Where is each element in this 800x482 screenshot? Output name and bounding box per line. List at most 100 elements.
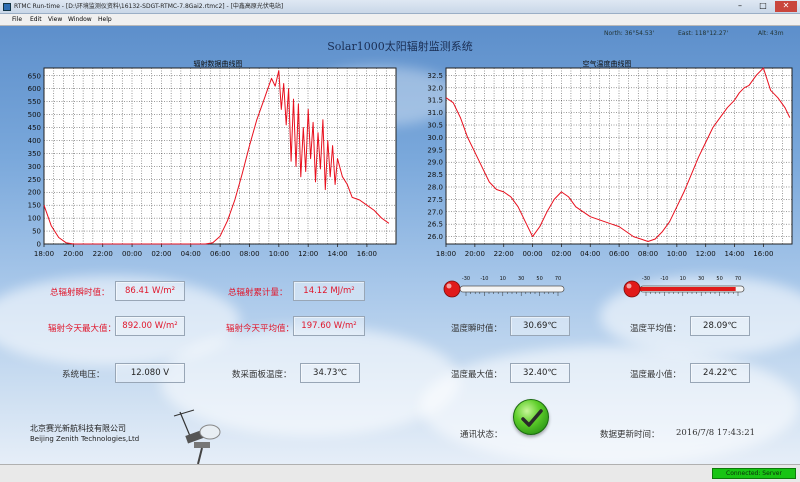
gauge-tick-label: -30: [642, 276, 650, 282]
x-tick-label: 14:00: [327, 250, 347, 258]
y-tick-label: 32.5: [427, 72, 443, 80]
window-titlebar: RTMC Run-time - [D:\环境监测仪资料\16132-SDGT-R…: [0, 0, 800, 14]
north-coordinate: North: 36°54.53': [604, 30, 655, 37]
gauge-fill: [640, 287, 736, 291]
comm-status-label: 通讯状态：: [460, 430, 503, 440]
y-tick-label: 31.0: [427, 109, 443, 117]
rad-instant-label: 总辐射瞬时值：: [50, 288, 110, 298]
gauge-tick-label: 50: [716, 276, 722, 282]
x-tick-label: 04:00: [181, 250, 201, 258]
temp-max-label: 温度最大值：: [451, 370, 503, 380]
gauge-tick-label: -10: [480, 276, 488, 282]
x-tick-label: 08:00: [638, 250, 658, 258]
y-tick-label: 600: [28, 85, 41, 93]
rad-avg-value: 197.60 W/m²: [293, 316, 365, 336]
status-bar: Connected: Server: [0, 464, 800, 482]
y-tick-label: 30.5: [427, 122, 443, 130]
temp-min-label: 温度最小值：: [630, 370, 682, 380]
x-tick-label: 20:00: [465, 250, 485, 258]
x-tick-label: 08:00: [239, 250, 259, 258]
update-time-label: 数据更新时间：: [600, 430, 660, 440]
y-tick-label: 350: [28, 150, 41, 158]
y-tick-label: 400: [28, 137, 41, 145]
x-tick-label: 02:00: [151, 250, 171, 258]
temp-instant-value: 30.69℃: [510, 316, 570, 336]
app-icon: [3, 3, 11, 11]
window-title: RTMC Run-time - [D:\环境监测仪资料\16132-SDGT-R…: [14, 3, 284, 10]
y-tick-label: 31.5: [427, 97, 443, 105]
voltage-label: 系统电压：: [62, 370, 105, 380]
y-tick-label: 28.5: [427, 171, 443, 179]
menu-help[interactable]: Help: [98, 14, 112, 26]
rad-cum-value: 14.12 MJ/m²: [293, 281, 365, 301]
gauge-tick-label: 70: [555, 276, 561, 282]
menu-bar: File Edit View Window Help: [0, 14, 800, 26]
company-name-en: Beijing Zenith Technologies,Ltd: [30, 435, 140, 443]
voltage-value: 12.080 V: [115, 363, 185, 383]
temp-avg-label: 温度平均值：: [630, 324, 682, 334]
radiation-chart: 0 50 100 150 200 250 300 350 400 450 500 550 600 650 1…: [28, 67, 397, 258]
page-title: Solar1000太阳辐射监测系统: [327, 40, 473, 53]
gauge-tick-label: 30: [698, 276, 704, 282]
x-tick-label: 22:00: [93, 250, 113, 258]
x-tick-label: 20:00: [63, 250, 83, 258]
y-tick-label: 150: [28, 202, 41, 210]
y-tick-label: 450: [28, 124, 41, 132]
menu-view[interactable]: View: [48, 14, 62, 26]
y-tick-label: 26.5: [427, 221, 443, 229]
x-tick-label: 22:00: [494, 250, 514, 258]
temp-instant-label: 温度瞬时值：: [451, 324, 503, 334]
x-tick-label: 14:00: [724, 250, 744, 258]
close-button[interactable]: ✕: [775, 1, 797, 12]
gauge-tick-label: -30: [462, 276, 470, 282]
y-tick-label: 250: [28, 176, 41, 184]
gauge-tick-label: 10: [680, 276, 686, 282]
temperature-gauge-1: -30 -10 10 30 50 70: [443, 276, 565, 298]
x-tick-label: 02:00: [551, 250, 571, 258]
y-tick-label: 550: [28, 98, 41, 106]
update-time-value: 2016/7/8 17:43:21: [676, 428, 756, 438]
east-coordinate: East: 118°12.27': [678, 30, 729, 37]
x-tick-label: 06:00: [210, 250, 230, 258]
y-tick-label: 650: [28, 72, 41, 80]
x-tick-label: 00:00: [522, 250, 542, 258]
minimize-button[interactable]: –: [729, 1, 751, 12]
gauge-tick-label: -10: [660, 276, 668, 282]
rad-max-value: 892.00 W/m²: [115, 316, 185, 336]
rad-instant-value: 86.41 W/m²: [115, 281, 185, 301]
panel-temp-value: 34.73℃: [300, 363, 360, 383]
rad-cum-label: 总辐射累计量：: [228, 288, 288, 298]
temp-avg-value: 28.09℃: [690, 316, 750, 336]
menu-file[interactable]: File: [12, 14, 22, 26]
y-tick-label: 26.0: [427, 233, 443, 241]
rad-max-label: 辐射今天最大值：: [48, 324, 117, 334]
y-tick-label: 27.0: [427, 208, 443, 216]
y-tick-label: 28.0: [427, 183, 443, 191]
gauge-tube: [459, 285, 565, 293]
y-tick-label: 300: [28, 163, 41, 171]
x-tick-label: 10:00: [667, 250, 687, 258]
altitude: Alt: 43m: [758, 30, 784, 37]
maximize-button[interactable]: □: [752, 1, 774, 12]
panel-temp-label: 数采面板温度：: [232, 370, 292, 380]
y-tick-label: 500: [28, 111, 41, 119]
comm-status-ok-icon: [513, 399, 549, 435]
temp-min-value: 24.22℃: [690, 363, 750, 383]
gauge-bulb: [443, 280, 461, 298]
x-tick-label: 18:00: [34, 250, 54, 258]
menu-edit[interactable]: Edit: [30, 14, 42, 26]
gauge-tick-label: 30: [518, 276, 524, 282]
gauge-bulb: [623, 280, 641, 298]
y-tick-label: 0: [37, 241, 41, 249]
y-tick-label: 27.5: [427, 196, 443, 204]
satellite-antenna-icon: [173, 409, 221, 464]
temperature-chart: 26.0 26.5 27.0 27.5 28.0 28.5 29.0 29.5 30.0 30.5…: [427, 67, 793, 258]
x-tick-label: 16:00: [753, 250, 773, 258]
x-tick-label: 00:00: [122, 250, 142, 258]
y-tick-label: 29.5: [427, 146, 443, 154]
menu-window[interactable]: Window: [68, 14, 92, 26]
y-tick-label: 100: [28, 215, 41, 223]
x-tick-label: 12:00: [696, 250, 716, 258]
x-tick-label: 18:00: [436, 250, 456, 258]
y-tick-label: 29.0: [427, 159, 443, 167]
